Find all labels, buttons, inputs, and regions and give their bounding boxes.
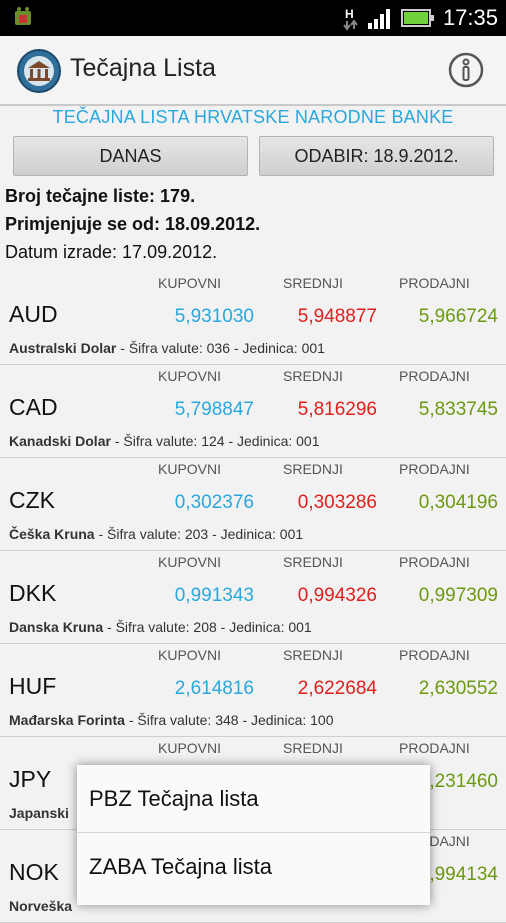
mid-header: SREDNJI (283, 647, 343, 663)
rate-row-aud[interactable]: KUPOVNI SREDNJI PRODAJNI AUD 5,931030 5,… (0, 272, 506, 365)
list-number: Broj tečajne liste: 179. (5, 186, 196, 206)
today-button[interactable]: DANAS (13, 136, 248, 176)
rate-row-huf[interactable]: KUPOVNI SREDNJI PRODAJNI HUF 2,614816 2,… (0, 644, 506, 737)
mid-rate: 2,622684 (297, 678, 377, 699)
network-type-icon: H (343, 7, 358, 31)
currency-code: JPY (9, 766, 52, 792)
mid-header: SREDNJI (283, 554, 343, 570)
pick-date-button[interactable]: ODABIR: 18.9.2012. (259, 136, 494, 176)
bank-logo-icon (17, 49, 61, 93)
info-icon[interactable] (446, 50, 486, 90)
sell-header: PRODAJNI (399, 554, 470, 570)
clock: 17:35 (442, 5, 498, 30)
currency-code: HUF (9, 673, 57, 699)
action-bar: Tečajna Lista (0, 36, 506, 106)
pbz-menu-item[interactable]: PBZ Tečajna lista (77, 765, 430, 833)
mid-rate: 0,994326 (297, 585, 377, 606)
currency-code: CAD (9, 394, 58, 420)
currency-name: Kanadski Dolar (9, 433, 111, 449)
buy-header: KUPOVNI (158, 554, 222, 570)
currency-name: Norveška (9, 898, 73, 914)
currency-info: - Šifra valute: 208 - Jedinica: 001 (103, 619, 312, 635)
currency-info: - Šifra valute: 036 - Jedinica: 001 (116, 340, 325, 356)
app-title: Tečajna Lista (70, 54, 216, 82)
bank-banner: TEČAJNA LISTA HRVATSKE NARODNE BANKE (52, 107, 454, 127)
currency-name: Japanski (9, 805, 69, 821)
zaba-menu-item[interactable]: ZABA Tečajna lista (77, 833, 430, 901)
currency-code: AUD (9, 301, 58, 327)
mid-rate: 0,303286 (297, 492, 377, 513)
buy-header: KUPOVNI (158, 740, 222, 756)
buy-header: KUPOVNI (158, 461, 222, 477)
mid-header: SREDNJI (283, 461, 343, 477)
sell-header: PRODAJNI (399, 275, 470, 291)
buy-rate: 5,798847 (174, 399, 254, 420)
currency-info: - Šifra valute: 348 - Jedinica: 100 (124, 712, 334, 728)
currency-name: Češka Kruna (9, 526, 95, 542)
buy-rate: 0,991343 (174, 585, 254, 606)
mid-header: SREDNJI (283, 368, 343, 384)
currency-code: DKK (9, 580, 57, 606)
currency-name: Mađarska Forinta (9, 712, 125, 728)
mid-rate: 5,816296 (297, 399, 377, 420)
currency-description: Norveška (9, 898, 72, 914)
mid-header: SREDNJI (283, 740, 343, 756)
currency-description: Kanadski Dolar - Šifra valute: 124 - Jed… (9, 433, 320, 449)
currency-info: - Šifra valute: 203 - Jedinica: 001 (94, 526, 304, 542)
sell-rate: 0,997309 (418, 585, 498, 606)
sell-header: PRODAJNI (399, 647, 470, 663)
sell-rate: 5,966724 (418, 306, 498, 327)
sell-rate: 0,304196 (418, 492, 498, 513)
currency-code: NOK (9, 859, 59, 885)
source-popup-menu: PBZ Tečajna lista ZABA Tečajna lista (77, 765, 430, 905)
notification-app-icon (15, 7, 31, 25)
currency-name: Danska Kruna (9, 619, 104, 635)
currency-description: Danska Kruna - Šifra valute: 208 - Jedin… (9, 619, 312, 635)
mid-rate: 5,948877 (297, 306, 377, 327)
buy-header: KUPOVNI (158, 647, 222, 663)
buy-rate: 0,302376 (174, 492, 254, 513)
currency-description: Japanski (9, 805, 69, 821)
sell-header: PRODAJNI (399, 368, 470, 384)
sell-rate: 5,833745 (418, 399, 498, 420)
buy-header: KUPOVNI (158, 368, 222, 384)
mid-header: SREDNJI (283, 275, 343, 291)
battery-icon (400, 9, 434, 27)
buy-rate: 5,931030 (174, 306, 254, 327)
currency-description: Mađarska Forinta - Šifra valute: 348 - J… (9, 712, 334, 728)
status-bar: H 17:35 (0, 0, 506, 36)
buy-header: KUPOVNI (158, 275, 222, 291)
created-date: Datum izrade: 17.09.2012. (5, 242, 218, 262)
currency-description: Australski Dolar - Šifra valute: 036 - J… (9, 340, 325, 356)
rate-row-dkk[interactable]: KUPOVNI SREDNJI PRODAJNI DKK 0,991343 0,… (0, 551, 506, 644)
rate-row-czk[interactable]: KUPOVNI SREDNJI PRODAJNI CZK 0,302376 0,… (0, 458, 506, 551)
currency-info: - Šifra valute: 124 - Jedinica: 001 (110, 433, 320, 449)
sell-header: PRODAJNI (399, 461, 470, 477)
signal-icon (367, 9, 390, 29)
sell-rate: 2,630552 (418, 678, 498, 699)
applies-from: Primjenjuje se od: 18.09.2012. (5, 214, 261, 234)
buy-rate: 2,614816 (174, 678, 254, 699)
network-type-label: H (345, 7, 354, 21)
currency-code: CZK (9, 487, 55, 513)
rate-row-cad[interactable]: KUPOVNI SREDNJI PRODAJNI CAD 5,798847 5,… (0, 365, 506, 458)
currency-description: Češka Kruna - Šifra valute: 203 - Jedini… (9, 526, 303, 542)
currency-name: Australski Dolar (9, 340, 117, 356)
sell-header: PRODAJNI (399, 740, 470, 756)
